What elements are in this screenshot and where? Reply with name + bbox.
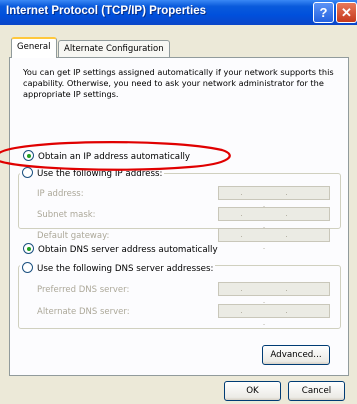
default-gateway-input[interactable]: . . . [218,228,330,251]
title-bar[interactable]: Internet Protocol (TCP/IP) Properties ? … [0,0,357,25]
window-title: Internet Protocol (TCP/IP) Properties [6,5,206,17]
ip-address-input[interactable]: . . . [218,186,330,209]
tab-alternate-configuration[interactable]: Alternate Configuration [58,40,170,58]
preferred-dns-input[interactable]: . . . [218,282,330,305]
subnet-mask-label: Subnet mask: [37,210,96,220]
advanced-button[interactable]: Advanced... [262,345,330,365]
tab-general[interactable]: General [11,37,57,58]
cancel-button[interactable]: Cancel [288,381,345,401]
tcpip-properties-dialog: Internet Protocol (TCP/IP) Properties ? … [0,0,357,404]
use-following-dns-radio[interactable] [22,262,33,273]
use-following-dns-option[interactable]: Use the following DNS server addresses: [20,262,216,274]
obtain-dns-auto-option[interactable]: Obtain DNS server address automatically [23,243,218,255]
alternate-dns-input[interactable]: . . . [218,304,330,327]
default-gateway-label: Default gateway: [37,231,110,241]
obtain-dns-auto-radio[interactable] [23,243,34,254]
ok-button[interactable]: OK [224,381,281,401]
annotation-ellipse [0,141,231,171]
dns-server-group [18,265,341,329]
alternate-dns-label: Alternate DNS server: [37,307,130,317]
ip-address-label: IP address: [37,189,84,199]
description-text: You can get IP settings assigned automat… [23,67,334,99]
close-button[interactable]: ✕ [336,2,357,23]
use-following-dns-label: Use the following DNS server addresses: [37,264,214,274]
obtain-dns-auto-label: Obtain DNS server address automatically [38,245,218,255]
help-button[interactable]: ? [313,2,334,23]
preferred-dns-label: Preferred DNS server: [37,285,130,295]
subnet-mask-input[interactable]: . . . [218,207,330,230]
